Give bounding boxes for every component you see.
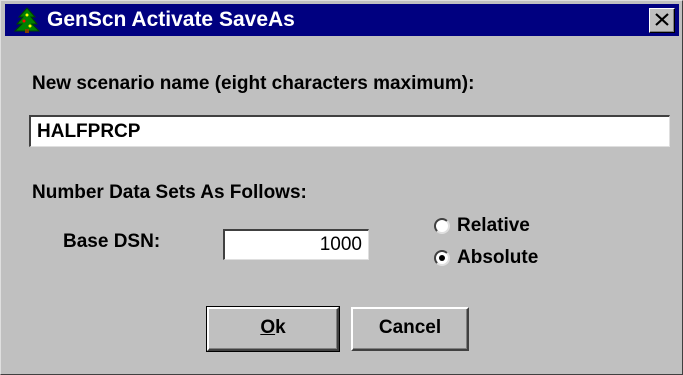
ok-mnemonic: O	[260, 317, 276, 338]
scenario-name-label: New scenario name (eight characters maxi…	[32, 73, 475, 94]
close-icon	[655, 13, 669, 26]
tree-icon	[14, 7, 40, 33]
radio-button[interactable]	[434, 218, 450, 234]
ok-label: k	[275, 317, 286, 338]
saveas-dialog: GenScn Activate SaveAs New scenario name…	[0, 0, 683, 375]
window-title: GenScn Activate SaveAs	[47, 8, 295, 31]
base-dsn-label: Base DSN:	[63, 231, 161, 252]
cancel-button[interactable]: Cancel	[351, 307, 469, 351]
number-datasets-label: Number Data Sets As Follows:	[32, 182, 307, 203]
radio-button[interactable]	[434, 250, 450, 266]
title-bar[interactable]: GenScn Activate SaveAs	[5, 4, 679, 36]
ok-button[interactable]: Ok	[206, 306, 340, 352]
radio-relative-label: Relative	[457, 215, 530, 236]
close-button[interactable]	[649, 8, 675, 33]
radio-selected-dot	[439, 255, 445, 261]
base-dsn-input[interactable]	[223, 229, 369, 260]
scenario-name-input[interactable]	[29, 115, 670, 147]
radio-absolute-label: Absolute	[457, 247, 539, 268]
